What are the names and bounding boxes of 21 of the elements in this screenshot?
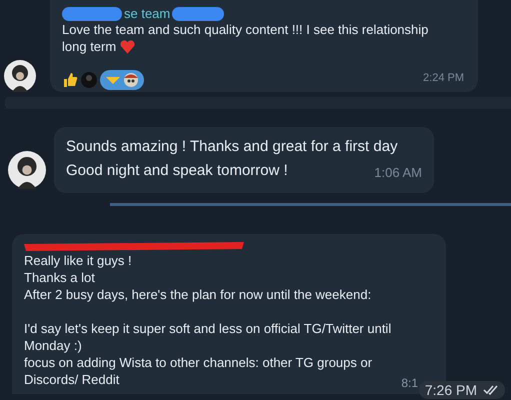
message-text: long term bbox=[62, 38, 116, 55]
message-text: Discords/ Reddit bbox=[24, 371, 120, 388]
message-text: I'd say let's keep it super soft and less on official TG/Twitter until bbox=[24, 320, 392, 337]
time-badge: 7:26 PM bbox=[418, 381, 505, 399]
message-text: Sounds amazing ! Thanks and great for a first day bbox=[66, 137, 398, 157]
redaction-mark bbox=[172, 6, 224, 20]
message-time: 2:24 PM bbox=[423, 72, 464, 84]
thumbs-up-icon[interactable] bbox=[62, 72, 78, 88]
message-text: Monday :) bbox=[24, 337, 82, 354]
sender-name: se team bbox=[124, 6, 170, 21]
skull-icon bbox=[123, 72, 139, 88]
message-text: Love the team and such quality content !!! I see this relationship bbox=[62, 21, 428, 38]
message-text: Good night and speak tomorrow ! bbox=[66, 161, 288, 181]
message-time: 1:06 AM bbox=[374, 164, 422, 182]
message-text: focus on adding Wista to other channels: other TG groups or bbox=[24, 354, 372, 371]
message-text: Thanks a lot bbox=[24, 269, 95, 286]
message-text: After 2 busy days, here's the plan for now until the weekend: bbox=[24, 286, 372, 303]
message-time: 8:1 bbox=[401, 376, 418, 390]
message-text: Really like it guys ! bbox=[24, 252, 132, 269]
double-check-icon bbox=[483, 385, 499, 395]
reaction-pill[interactable] bbox=[100, 70, 144, 90]
